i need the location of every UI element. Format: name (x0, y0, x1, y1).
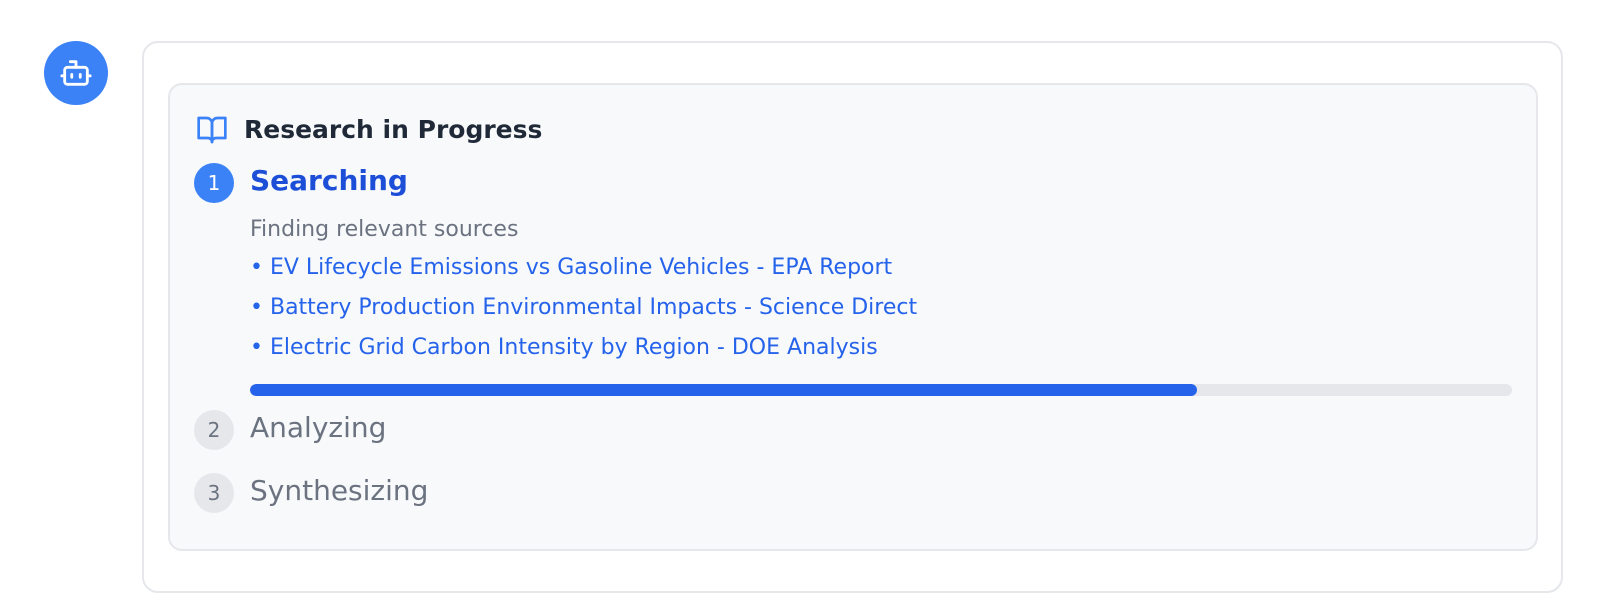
search-progress-bar (250, 384, 1512, 396)
source-link-1[interactable]: • EV Lifecycle Emissions vs Gasoline Veh… (250, 253, 892, 283)
source-link-3[interactable]: • Electric Grid Carbon Intensity by Regi… (250, 333, 878, 363)
step-3-title: Synthesizing (250, 474, 429, 507)
step-1-title: Searching (250, 164, 408, 197)
source-link-2[interactable]: • Battery Production Environmental Impac… (250, 293, 917, 323)
research-title: Research in Progress (244, 115, 543, 144)
step-2-badge: 2 (194, 410, 234, 450)
research-progress-panel: Research in Progress 1 Searching Finding… (168, 83, 1538, 551)
step-1-badge: 1 (194, 163, 234, 203)
robot-icon (60, 60, 92, 86)
step-1-description: Finding relevant sources (250, 217, 519, 242)
book-open-icon (197, 116, 227, 144)
search-progress-fill (250, 384, 1197, 396)
step-2-title: Analyzing (250, 411, 387, 444)
step-3-badge: 3 (194, 473, 234, 513)
assistant-avatar (44, 41, 108, 105)
research-header: Research in Progress (196, 113, 542, 147)
